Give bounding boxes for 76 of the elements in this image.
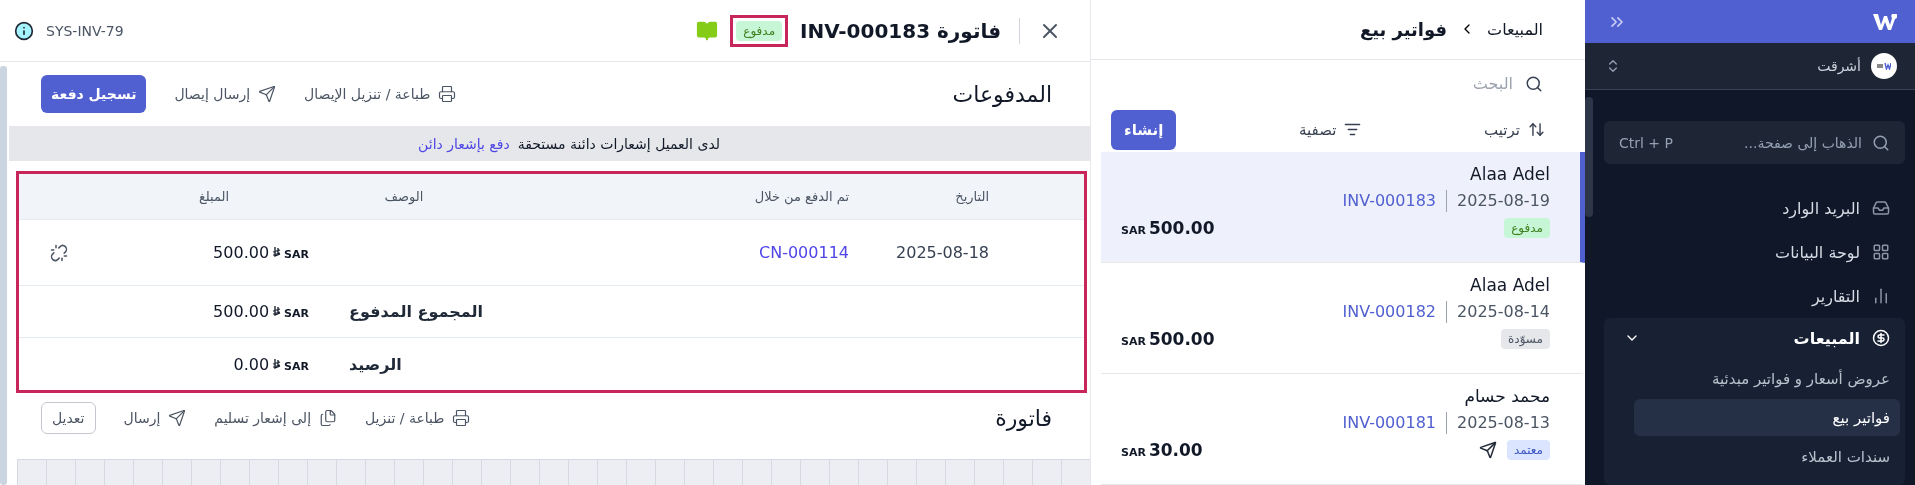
column-header: الوصف: [383, 189, 425, 204]
record-payment-button[interactable]: تسجيل دفعة: [41, 75, 147, 113]
status-badge: مدفوع: [1504, 217, 1550, 238]
convert-button[interactable]: إلى إشعار تسليم: [214, 399, 337, 437]
scrollbar[interactable]: [0, 66, 7, 485]
invoice-date: 2025-08-13: [1457, 413, 1550, 433]
customer-name: محمد حسام: [1463, 385, 1550, 406]
send-button[interactable]: إرسال: [123, 399, 187, 437]
printer-icon: [452, 409, 471, 427]
invoice-amount: SAR 500.00: [1121, 328, 1215, 349]
customer-name: Alaa Adel: [1469, 163, 1550, 184]
search-icon: [1872, 133, 1890, 152]
sort-button[interactable]: ترتيب: [1484, 120, 1545, 139]
nav-item[interactable]: لوحة البيانات: [1604, 230, 1905, 274]
invoice-amount: SAR 30.00: [1121, 439, 1203, 460]
riyal-icon: [272, 306, 282, 317]
section-title: المدفوعات: [951, 81, 1052, 107]
shortcut-hint: Ctrl + P: [1619, 134, 1673, 151]
total-label: المجموع المدفوع: [348, 302, 483, 321]
amount-cell-text: 500.00 SAR: [212, 243, 310, 262]
nav-item[interactable]: البريد الوارد: [1604, 186, 1905, 230]
status-badge: معتمد: [1506, 439, 1550, 460]
riyal-icon: [272, 247, 282, 258]
table-cell-text: 2025-08-18: [895, 243, 989, 262]
nav-subitem[interactable]: عروض أسعار و فواتير مبدئية: [1634, 360, 1900, 397]
pay-with-credit-link[interactable]: دفع بإشعار دائن: [418, 135, 510, 152]
invoice-number: INV-000182: [1342, 302, 1436, 322]
notice-text: لدى العميل إشعارات دائنة مستحقة: [517, 135, 720, 152]
breadcrumb-item: فواتير بيع: [1359, 18, 1448, 40]
total-amount: 500.00 SAR: [212, 302, 310, 321]
invoice-title: فاتورة INV-000183: [800, 18, 1001, 43]
nav-subitem[interactable]: فواتير بيع: [1634, 399, 1900, 436]
org-name: أشرقت: [1816, 58, 1861, 75]
invoice-date: 2025-08-19: [1457, 191, 1550, 211]
status-badge: مدفوع: [736, 20, 783, 41]
logo-icon: [1873, 13, 1897, 30]
send-icon: [168, 409, 187, 427]
search-icon: [1525, 74, 1543, 93]
unlink-icon[interactable]: [50, 243, 68, 262]
send-icon: [258, 85, 277, 103]
nav-item[interactable]: المبيعات: [1604, 318, 1905, 358]
info-icon[interactable]: [14, 20, 34, 41]
printer-icon: [438, 85, 457, 103]
invoice-amount: SAR 500.00: [1121, 217, 1215, 238]
reference-number: SYS-INV-79: [46, 22, 124, 39]
search-placeholder: الذهاب إلى صفحة...: [1743, 134, 1862, 151]
scrollbar[interactable]: [1585, 97, 1593, 217]
nav-subitem[interactable]: سندات العملاء: [1634, 438, 1900, 475]
inbox-icon: [1872, 199, 1890, 217]
dollar-icon: [1872, 329, 1890, 347]
dashboard-icon: [1872, 243, 1890, 261]
invoice-number: INV-000183: [1342, 191, 1436, 211]
credit-note-link[interactable]: CN-000114: [479, 243, 849, 262]
reports-icon: [1872, 287, 1890, 305]
print-button[interactable]: طباعة / تنزيل الإيصال: [304, 75, 457, 113]
nav-item[interactable]: التقارير: [1604, 274, 1905, 318]
total-label: الرصيد: [348, 354, 402, 374]
sort-icon: [1528, 121, 1545, 139]
invoice-number: INV-000181: [1342, 413, 1436, 433]
edit-button[interactable]: تعديل: [41, 402, 96, 434]
section-title: فاتورة: [994, 405, 1052, 431]
breadcrumb-item[interactable]: المبيعات: [1487, 19, 1543, 39]
status-badge: مسوّدة: [1501, 328, 1550, 349]
column-header: تم الدفع من خلال: [753, 189, 849, 204]
invoice-date: 2025-08-14: [1457, 302, 1550, 322]
org-avatar: [1871, 53, 1897, 80]
customer-name: Alaa Adel: [1469, 274, 1550, 295]
column-header: التاريخ: [954, 189, 989, 204]
total-amount: 0.00 SAR: [232, 354, 310, 374]
column-header: المبلغ: [197, 189, 231, 204]
send-button[interactable]: إرسال إيصال: [174, 75, 277, 113]
files-icon: [319, 409, 337, 427]
riyal-icon: [272, 358, 282, 370]
print-button[interactable]: طباعة / تنزيل: [365, 399, 471, 437]
filter-button[interactable]: تصفية: [1299, 120, 1362, 139]
create-button[interactable]: إنشاء: [1111, 109, 1177, 150]
